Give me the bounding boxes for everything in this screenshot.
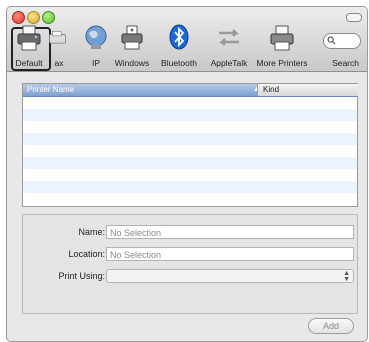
printer-icon xyxy=(270,25,294,51)
table-row[interactable] xyxy=(23,145,357,157)
toolbar-fax-button[interactable]: ax xyxy=(48,23,70,69)
print-using-select[interactable]: ▲ ▼ xyxy=(106,269,354,283)
location-row: Location: No Selection xyxy=(23,247,357,263)
toolbar-label-more-printers: More Printers xyxy=(256,58,308,68)
location-label: Location: xyxy=(68,249,105,259)
table-row[interactable] xyxy=(23,193,357,205)
toolbar-windows-button[interactable]: Windows xyxy=(111,23,153,69)
table-row[interactable] xyxy=(23,121,357,133)
toolbar-label-windows: Windows xyxy=(114,58,150,68)
toolbar-appletalk-button[interactable]: AppleTalk xyxy=(205,23,253,69)
list-header: Printer Name ▲ Kind xyxy=(23,84,358,97)
print-using-label: Print Using: xyxy=(58,271,105,281)
toolbar-more-printers-button[interactable]: More Printers xyxy=(253,23,311,69)
table-row[interactable] xyxy=(23,181,357,193)
toolbar-label-bluetooth: Bluetooth xyxy=(161,58,197,68)
toolbar-label-appletalk: AppleTalk xyxy=(210,58,248,68)
stepper-arrows-icon: ▲ ▼ xyxy=(343,270,350,283)
table-row[interactable] xyxy=(23,109,357,121)
location-field[interactable]: No Selection xyxy=(106,247,354,261)
bluetooth-icon xyxy=(169,24,189,50)
search-label: Search xyxy=(332,58,359,68)
toolbar: Default ax IP Windows Bluetooth AppleTal… xyxy=(7,7,367,72)
toolbar-ip-button[interactable]: IP xyxy=(81,23,111,69)
toolbar-bluetooth-button[interactable]: Bluetooth xyxy=(156,23,202,69)
table-row[interactable] xyxy=(23,157,357,169)
name-field[interactable]: No Selection xyxy=(106,225,354,239)
toolbar-label-ip: IP xyxy=(91,58,101,68)
fax-icon xyxy=(49,31,66,44)
name-row: Name: No Selection xyxy=(23,225,357,241)
toolbar-default-button[interactable]: Default xyxy=(9,23,49,69)
printer-browser-window: Default ax IP Windows Bluetooth AppleTal… xyxy=(6,6,368,342)
table-row[interactable] xyxy=(23,97,357,109)
printer-list[interactable]: Printer Name ▲ Kind xyxy=(22,83,358,207)
appletalk-icon xyxy=(218,29,240,46)
column-header-printer-name[interactable]: Printer Name xyxy=(27,84,74,96)
table-row[interactable] xyxy=(23,169,357,181)
globe-icon xyxy=(85,25,107,49)
add-button[interactable]: Add xyxy=(308,318,354,334)
name-label: Name: xyxy=(78,227,105,237)
printer-icon xyxy=(17,25,41,51)
windows-printer-icon xyxy=(121,25,143,50)
table-row[interactable] xyxy=(23,133,357,145)
search-icon xyxy=(327,36,336,45)
toolbar-toggle-button[interactable] xyxy=(346,13,362,22)
column-header-kind[interactable]: Kind xyxy=(263,84,279,96)
print-using-row: Print Using: ▲ ▼ xyxy=(23,269,357,285)
printer-info-panel: Name: No Selection Location: No Selectio… xyxy=(22,214,358,314)
toolbar-label-default: Default xyxy=(15,58,43,68)
toolbar-label-fax: ax xyxy=(54,58,64,68)
search-field[interactable] xyxy=(323,33,361,49)
